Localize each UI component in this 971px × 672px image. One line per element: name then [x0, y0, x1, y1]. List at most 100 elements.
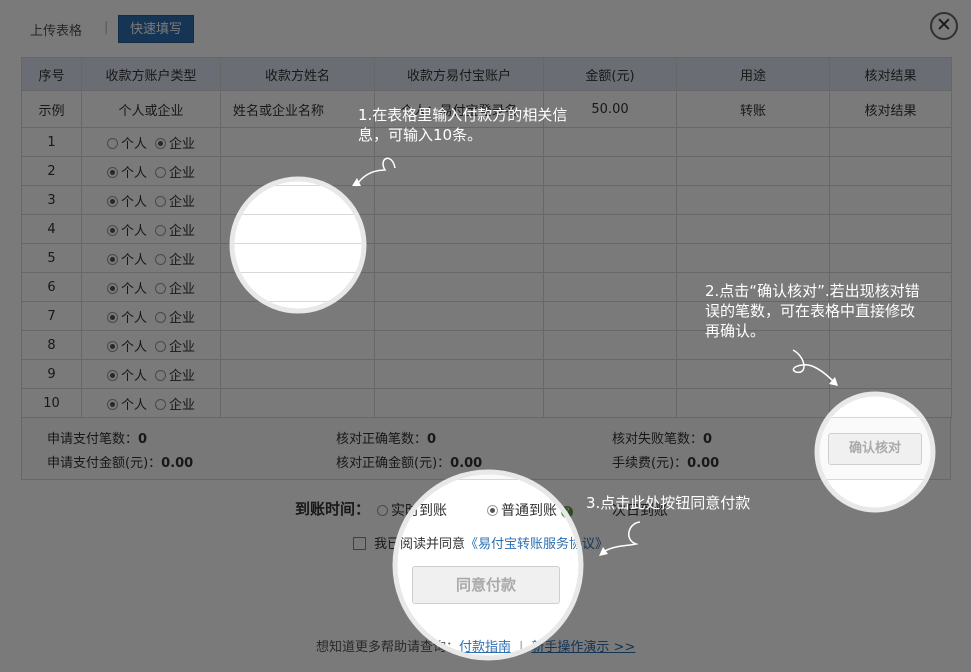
option-personal[interactable]: 个人 — [106, 282, 147, 297]
beginner-demo-link[interactable]: 新手操作演示 >> — [531, 640, 635, 655]
account-type-cell: 个人 企业 — [81, 301, 221, 331]
radio-enterprise[interactable] — [155, 340, 166, 352]
purpose-input[interactable] — [676, 185, 830, 215]
option-enterprise[interactable]: 企业 — [155, 282, 195, 297]
arrival-normal-option[interactable]: 普通到账 ? — [487, 500, 574, 520]
payee-account-input[interactable] — [374, 388, 544, 418]
payee-name-input[interactable] — [220, 185, 375, 215]
agreement-link[interactable]: 《易付宝转账服务协议》 — [465, 537, 608, 552]
purpose-input[interactable] — [676, 388, 830, 418]
purpose-input[interactable] — [676, 243, 830, 273]
radio-enterprise[interactable] — [155, 311, 166, 323]
table-header-row: 序号 收款方账户类型 收款方姓名 收款方易付宝账户 金额(元) 用途 核对结果 — [21, 57, 952, 91]
payee-name-input[interactable] — [220, 127, 375, 157]
payee-account-input[interactable] — [374, 301, 544, 331]
tab-upload-table[interactable]: 上传表格 — [30, 20, 82, 39]
radio-personal[interactable] — [106, 340, 118, 352]
radio-personal[interactable] — [106, 253, 118, 265]
payee-account-input[interactable] — [374, 243, 544, 273]
option-enterprise[interactable]: 企业 — [155, 137, 195, 152]
payee-account-input[interactable] — [374, 185, 544, 215]
payee-name-input[interactable] — [220, 214, 375, 244]
option-personal[interactable]: 个人 — [106, 137, 147, 152]
payee-account-input[interactable] — [374, 359, 544, 389]
radio-personal[interactable] — [106, 137, 118, 149]
radio-personal[interactable] — [106, 282, 118, 294]
radio-enterprise[interactable] — [155, 253, 166, 265]
payee-name-input[interactable] — [220, 301, 375, 331]
radio-enterprise[interactable] — [155, 398, 166, 410]
agree-checkbox[interactable] — [353, 537, 366, 550]
agree-pay-button[interactable]: 同意付款 — [412, 566, 560, 604]
amount-input[interactable] — [543, 185, 677, 215]
example-type: 个人或企业 — [81, 90, 221, 128]
option-personal[interactable]: 个人 — [106, 224, 147, 239]
table-row: 9 个人 企业 — [21, 359, 952, 389]
row-index: 10 — [21, 388, 82, 418]
option-enterprise[interactable]: 企业 — [155, 311, 195, 326]
payment-guide-link[interactable]: 付款指南 — [459, 640, 511, 655]
option-enterprise[interactable]: 企业 — [155, 253, 195, 268]
payee-name-input[interactable] — [220, 272, 375, 302]
radio-personal[interactable] — [106, 369, 118, 381]
option-enterprise[interactable]: 企业 — [155, 195, 195, 210]
amount-input[interactable] — [543, 243, 677, 273]
purpose-input[interactable] — [676, 359, 830, 389]
amount-input[interactable] — [543, 156, 677, 186]
amount-input[interactable] — [543, 301, 677, 331]
help-icon[interactable]: ? — [561, 506, 574, 518]
option-personal[interactable]: 个人 — [106, 195, 147, 210]
payee-name-input[interactable] — [220, 388, 375, 418]
option-personal[interactable]: 个人 — [106, 166, 147, 181]
radio-personal[interactable] — [106, 224, 118, 236]
option-personal[interactable]: 个人 — [106, 340, 147, 355]
radio-personal[interactable] — [106, 195, 118, 207]
option-personal[interactable]: 个人 — [106, 369, 147, 384]
payee-name-input[interactable] — [220, 156, 375, 186]
header-amount: 金额(元) — [543, 57, 677, 91]
option-enterprise[interactable]: 企业 — [155, 224, 195, 239]
option-enterprise[interactable]: 企业 — [155, 166, 195, 181]
example-index: 示例 — [21, 90, 82, 128]
radio-personal[interactable] — [106, 311, 118, 323]
confirm-check-button[interactable]: 确认核对 — [828, 433, 922, 465]
payee-name-input[interactable] — [220, 359, 375, 389]
purpose-input[interactable] — [676, 214, 830, 244]
row-index: 1 — [21, 127, 82, 157]
option-enterprise[interactable]: 企业 — [155, 398, 195, 413]
close-icon[interactable]: ✕ — [930, 12, 958, 40]
purpose-input[interactable] — [676, 156, 830, 186]
radio-enterprise[interactable] — [155, 166, 166, 178]
payee-name-input[interactable] — [220, 243, 375, 273]
payee-account-input[interactable] — [374, 330, 544, 360]
option-personal[interactable]: 个人 — [106, 253, 147, 268]
radio-realtime[interactable] — [377, 505, 388, 516]
payee-account-input[interactable] — [374, 272, 544, 302]
account-type-cell: 个人 企业 — [81, 272, 221, 302]
payee-name-input[interactable] — [220, 330, 375, 360]
radio-enterprise[interactable] — [155, 137, 166, 149]
payee-account-input[interactable] — [374, 156, 544, 186]
radio-normal[interactable] — [487, 505, 498, 516]
amount-input[interactable] — [543, 359, 677, 389]
radio-enterprise[interactable] — [155, 195, 166, 207]
option-enterprise[interactable]: 企业 — [155, 340, 195, 355]
amount-input[interactable] — [543, 388, 677, 418]
amount-input[interactable] — [543, 272, 677, 302]
payee-account-input[interactable] — [374, 214, 544, 244]
table-row: 2 个人 企业 — [21, 156, 952, 186]
table-row: 10 个人 企业 — [21, 388, 952, 418]
purpose-input[interactable] — [676, 127, 830, 157]
amount-input[interactable] — [543, 214, 677, 244]
radio-enterprise[interactable] — [155, 224, 166, 236]
amount-input[interactable] — [543, 330, 677, 360]
tab-quick-fill[interactable]: 快速填写 — [118, 15, 194, 43]
radio-personal[interactable] — [106, 398, 118, 410]
radio-personal[interactable] — [106, 166, 118, 178]
radio-enterprise[interactable] — [155, 282, 166, 294]
arrival-realtime-option[interactable]: 实时到账 — [377, 500, 447, 520]
radio-enterprise[interactable] — [155, 369, 166, 381]
option-personal[interactable]: 个人 — [106, 398, 147, 413]
option-personal[interactable]: 个人 — [106, 311, 147, 326]
option-enterprise[interactable]: 企业 — [155, 369, 195, 384]
